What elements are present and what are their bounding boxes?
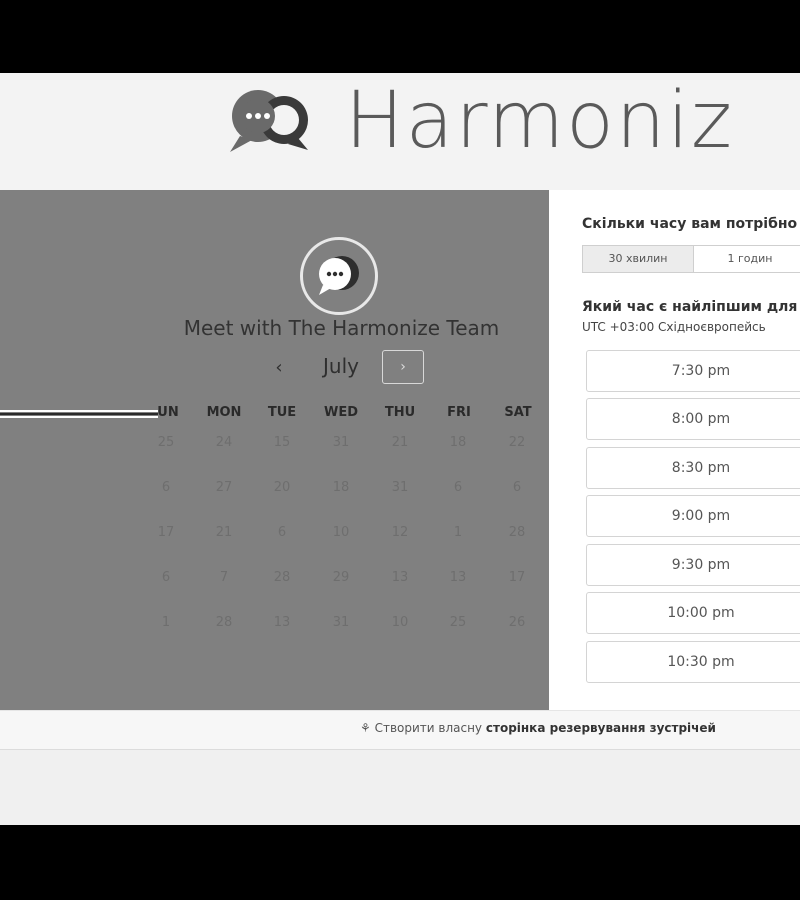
time-slot-button[interactable]: 10:00 pm <box>586 592 800 634</box>
time-slot-button[interactable]: 8:00 pm <box>586 398 800 440</box>
month-label: July <box>323 354 359 378</box>
calendar-day[interactable]: 31 <box>321 435 361 450</box>
chevron-left-icon: ‹ <box>275 357 283 378</box>
next-month-button[interactable]: › <box>382 350 424 384</box>
calendar-day[interactable]: 28 <box>204 615 244 630</box>
calendar-day[interactable]: 29 <box>321 570 361 585</box>
calendar-day[interactable]: 6 <box>438 480 478 495</box>
chat-bubble-icon <box>319 256 359 295</box>
booking-page: Harmoniz Meet with The Harmonize Team ‹ … <box>0 73 800 825</box>
calendar-day[interactable]: 28 <box>262 570 302 585</box>
weekday-wed: WED <box>323 405 358 420</box>
calendar-day[interactable]: 17 <box>497 570 537 585</box>
chevron-right-icon: › <box>400 359 406 375</box>
calendar-day[interactable]: 13 <box>380 570 420 585</box>
calendar-day[interactable]: 18 <box>321 480 361 495</box>
weekday-sat: SAT <box>504 405 532 420</box>
calendar-day[interactable]: 1 <box>438 525 478 540</box>
calendar-day[interactable]: 12 <box>380 525 420 540</box>
footer-link-text[interactable]: сторінка резервування зустрічей <box>486 721 716 735</box>
brand-wordmark: Harmoniz <box>345 76 734 166</box>
calendar-day[interactable]: 21 <box>380 435 420 450</box>
calendar-day[interactable]: 13 <box>438 570 478 585</box>
time-question: Який час є найліпшим для <box>582 299 798 315</box>
time-slot-button[interactable]: 7:30 pm <box>586 350 800 392</box>
calendar-day[interactable]: 25 <box>146 435 186 450</box>
calendar-day[interactable]: 6 <box>497 480 537 495</box>
create-booking-page-link[interactable]: ⚘ Створити власну сторінка резервування … <box>360 721 716 735</box>
calendar-day[interactable]: 7 <box>204 570 244 585</box>
calendar-day[interactable]: 22 <box>497 435 537 450</box>
avatar <box>300 237 378 315</box>
time-slot-button[interactable]: 10:30 pm <box>586 641 800 683</box>
time-slot-button[interactable]: 9:30 pm <box>586 544 800 586</box>
weekday-sun: UN <box>157 405 179 420</box>
calendar-day[interactable]: 6 <box>146 480 186 495</box>
calendar-day[interactable]: 28 <box>497 525 537 540</box>
time-slot-button[interactable]: 9:00 pm <box>586 495 800 537</box>
calendar-day[interactable]: 6 <box>262 525 302 540</box>
calendar-day[interactable]: 31 <box>321 615 361 630</box>
time-selection-panel: Скільки часу вам потрібно 30 хвилин 1 го… <box>549 190 800 710</box>
timezone-label[interactable]: UTC +03:00 Східноєвропейсь <box>582 320 766 334</box>
sprocket-icon: ⚘ <box>360 721 371 735</box>
weekday-mon: MON <box>206 405 242 420</box>
strikethrough-bar <box>0 410 158 418</box>
calendar-day[interactable]: 24 <box>204 435 244 450</box>
duration-question: Скільки часу вам потрібно <box>582 216 798 232</box>
footer-prefix: Створити власну <box>374 721 483 735</box>
calendar-panel: Meet with The Harmonize Team ‹ July › UN… <box>0 190 549 710</box>
calendar-day[interactable]: 1 <box>146 615 186 630</box>
calendar-day[interactable]: 6 <box>146 570 186 585</box>
time-slot-button[interactable]: 8:30 pm <box>586 447 800 489</box>
calendar-day[interactable]: 31 <box>380 480 420 495</box>
calendar-day[interactable]: 10 <box>380 615 420 630</box>
weekday-fri: FRI <box>447 405 471 420</box>
calendar-day[interactable]: 25 <box>438 615 478 630</box>
calendar-day[interactable]: 15 <box>262 435 302 450</box>
calendar-day[interactable]: 26 <box>497 615 537 630</box>
calendar-day[interactable]: 21 <box>204 525 244 540</box>
calendar-day[interactable]: 13 <box>262 615 302 630</box>
footer-bar: ⚘ Створити власну сторінка резервування … <box>0 710 800 750</box>
calendar-day[interactable]: 27 <box>204 480 244 495</box>
calendar-day[interactable]: 10 <box>321 525 361 540</box>
weekday-tue: TUE <box>267 405 297 420</box>
brand-header: Harmoniz <box>0 73 800 190</box>
duration-option-30-min[interactable]: 30 хвилин <box>582 245 694 273</box>
calendar-day[interactable]: 17 <box>146 525 186 540</box>
previous-month-button[interactable]: ‹ <box>265 356 293 380</box>
calendar-day[interactable]: 20 <box>262 480 302 495</box>
calendar-day[interactable]: 18 <box>438 435 478 450</box>
chat-bubble-logo-icon <box>230 90 308 152</box>
weekday-thu: THU <box>384 405 416 420</box>
duration-option-1-hour[interactable]: 1 годин <box>693 245 800 273</box>
